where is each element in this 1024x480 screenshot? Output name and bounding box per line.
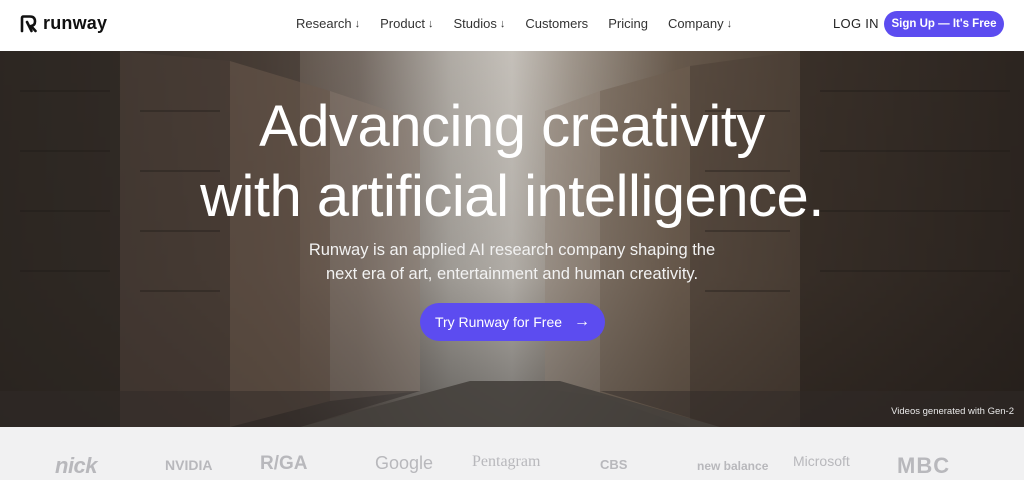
cbs-logo: CBS xyxy=(600,457,628,472)
hero-title-line-2: with artificial intelligence. xyxy=(200,164,824,229)
nav-customers[interactable]: Customers xyxy=(525,16,588,31)
google-logo: Google xyxy=(375,453,434,473)
try-runway-button[interactable]: Try Runway for Free → xyxy=(420,303,605,341)
nav-pricing[interactable]: Pricing xyxy=(608,16,648,31)
nvidia-logo: NVIDIA xyxy=(165,457,213,473)
arrow-down-icon: ↓ xyxy=(499,17,506,30)
nav-company-label: Company xyxy=(667,16,724,31)
nav-studios-label: Studios xyxy=(453,16,497,31)
hero-subtitle-line-1: Runway is an applied AI research company… xyxy=(308,241,716,259)
hero-subtitle-line-2: next era of art, entertainment and human… xyxy=(325,265,699,283)
runway-logo[interactable]: runway xyxy=(19,13,107,34)
nav-product-label: Product xyxy=(380,16,425,31)
arrow-down-icon: ↓ xyxy=(354,17,361,30)
new-balance-logo: new balance xyxy=(697,459,769,473)
nav-customers-label: Customers xyxy=(525,16,589,31)
login-link[interactable]: LOG IN xyxy=(833,16,879,31)
arrow-down-icon: ↓ xyxy=(726,17,733,30)
top-navigation-bar: runway Research ↓ Product ↓ Studios ↓ Cu… xyxy=(0,0,1024,50)
hero-title-line-1: Advancing creativity xyxy=(259,94,765,159)
signup-button[interactable]: Sign Up — It's Free xyxy=(884,11,1004,37)
logo-text: runway xyxy=(43,13,108,33)
nav-research-label: Research xyxy=(296,16,352,31)
main-nav: Research ↓ Product ↓ Studios ↓ Customers… xyxy=(296,16,752,31)
nav-research[interactable]: Research ↓ xyxy=(296,16,360,31)
nav-company[interactable]: Company ↓ xyxy=(668,16,732,31)
rga-logo: R/GA xyxy=(260,453,308,474)
nav-studios[interactable]: Studios ↓ xyxy=(453,16,505,31)
hero-section: Advancing creativity with artificial int… xyxy=(0,51,1024,427)
try-runway-label: Try Runway for Free xyxy=(434,314,563,330)
runway-logo-icon xyxy=(20,14,37,32)
mbc-logo: MBC xyxy=(897,453,951,478)
arrow-right-icon: → xyxy=(574,313,591,330)
pentagram-logo: Pentagram xyxy=(472,453,541,470)
nav-pricing-label: Pricing xyxy=(608,16,648,31)
nav-product[interactable]: Product ↓ xyxy=(380,16,433,31)
microsoft-logo: Microsoft xyxy=(793,453,850,469)
nick-logo: nick xyxy=(55,453,98,478)
video-caption: Videos generated with Gen-2 xyxy=(891,406,1014,417)
customer-logos-strip: nick NVIDIA R/GA Google Pentagram CBS ne… xyxy=(0,427,1024,480)
arrow-down-icon: ↓ xyxy=(427,17,434,30)
